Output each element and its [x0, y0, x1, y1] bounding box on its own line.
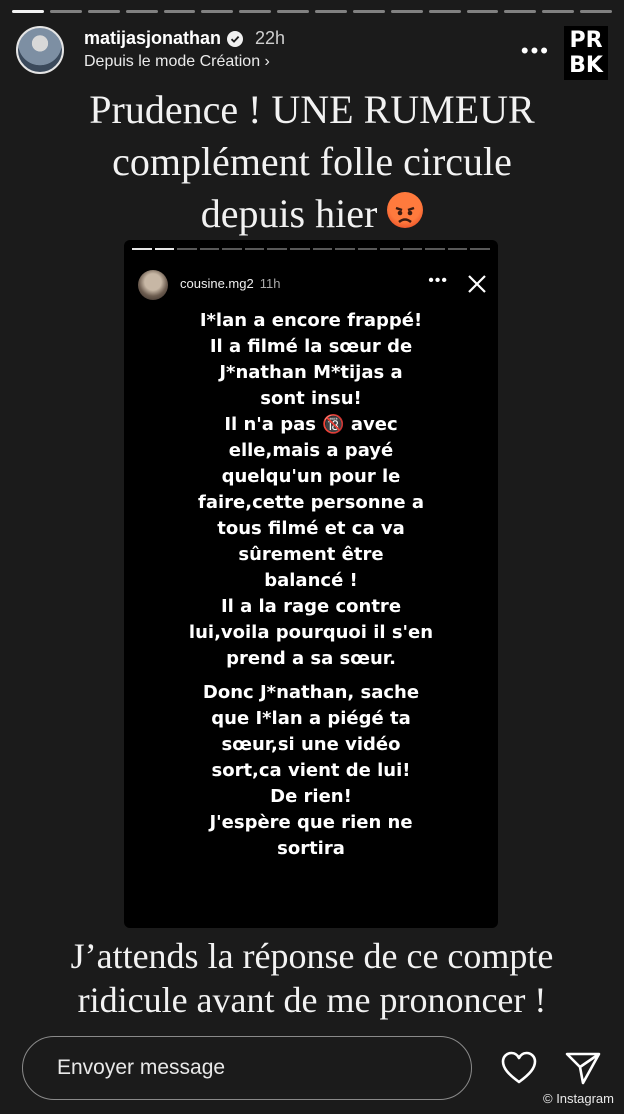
- progress-segment: [315, 10, 347, 13]
- post-time: 22h: [255, 28, 286, 48]
- embedded-more-icon: •••: [428, 272, 448, 289]
- more-options-icon[interactable]: •••: [521, 38, 550, 64]
- headline-line-1: Prudence ! UNE RUMEUR: [89, 87, 535, 132]
- instagram-credit: © Instagram: [543, 1091, 614, 1106]
- embedded-paragraph-2: Donc J*nathan, sache que I*lan a piégé t…: [202, 682, 420, 859]
- message-box[interactable]: [22, 1036, 472, 1100]
- caption-line-1: J’attends la réponse de ce compte: [70, 936, 554, 976]
- embedded-story-screenshot: cousine.mg2 11h ••• I*lan a encore frappé…: [124, 240, 498, 928]
- heart-icon[interactable]: [500, 1050, 538, 1086]
- username[interactable]: matijasjonathan: [84, 28, 221, 49]
- purebreak-logo: PR BK: [564, 26, 608, 80]
- embedded-time: 11h: [259, 276, 281, 291]
- embedded-avatar: [138, 270, 168, 300]
- story-caption: J’attends la réponse de ce compte ridicu…: [0, 934, 624, 1022]
- headline-line-3-wrap: depuis hier: [0, 188, 624, 240]
- embedded-username: cousine.mg2: [180, 276, 254, 291]
- progress-segment: [239, 10, 272, 13]
- headline-line-3: depuis hier: [200, 191, 378, 236]
- story-header: matijasjonathan 22h Depuis le mode Créat…: [16, 26, 608, 80]
- story-progress-bar: [12, 10, 612, 13]
- verified-badge-icon: [227, 30, 244, 47]
- creation-mode-label: Depuis le mode Création: [84, 53, 261, 70]
- user-row: matijasjonathan 22h: [84, 28, 285, 49]
- progress-segment: [504, 10, 537, 13]
- progress-segment: [49, 10, 82, 13]
- progress-segment: [352, 10, 385, 13]
- logo-line-2: BK: [569, 53, 603, 78]
- progress-segment: [87, 10, 120, 13]
- angry-face-emoji-icon: [387, 192, 424, 228]
- embedded-story-text: I*lan a encore frappé! Il a filmé la sœu…: [144, 308, 478, 870]
- close-icon: [468, 275, 486, 293]
- caption-line-2: ridicule avant de me prononcer !: [77, 980, 547, 1020]
- progress-segment: [12, 10, 44, 13]
- progress-segment: [125, 10, 158, 13]
- progress-segment: [390, 10, 423, 13]
- progress-segment: [466, 10, 499, 13]
- progress-segment: [277, 10, 309, 13]
- avatar[interactable]: [16, 26, 64, 74]
- send-icon[interactable]: [564, 1050, 602, 1086]
- logo-line-1: PR: [569, 28, 603, 53]
- progress-segment: [580, 10, 612, 13]
- embedded-user-row: cousine.mg2 11h: [180, 276, 280, 291]
- creation-mode-link[interactable]: Depuis le mode Création ›: [84, 53, 270, 71]
- story-headline: Prudence ! UNE RUMEUR complément folle c…: [0, 84, 624, 240]
- embedded-progress-bar: [132, 248, 490, 250]
- chevron-right-icon: ›: [264, 53, 270, 70]
- progress-segment: [428, 10, 461, 13]
- embedded-paragraph-1: I*lan a encore frappé! Il a filmé la sœu…: [188, 310, 434, 669]
- progress-segment: [201, 10, 234, 13]
- message-input[interactable]: [55, 1055, 459, 1081]
- progress-segment: [163, 10, 196, 13]
- progress-segment: [542, 10, 575, 13]
- headline-line-2: complément folle circule: [112, 139, 512, 184]
